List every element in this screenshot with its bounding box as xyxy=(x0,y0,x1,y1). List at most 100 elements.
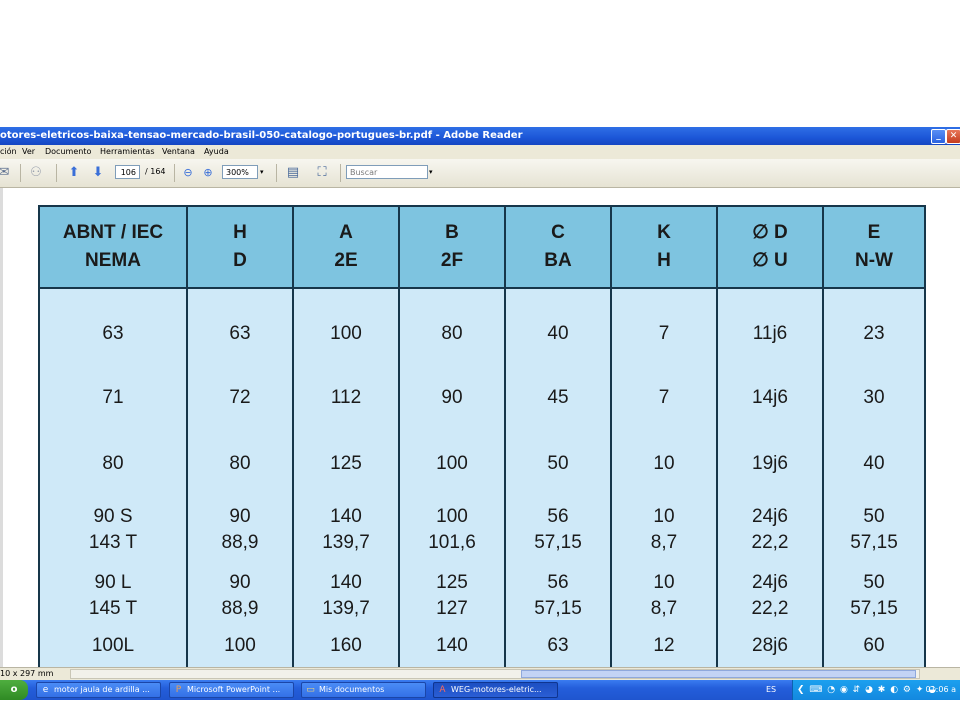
column-header-label: BA xyxy=(544,250,572,271)
toolbar-separator xyxy=(340,164,341,182)
minimize-button[interactable]: _ xyxy=(931,129,946,144)
cell-value: 23 xyxy=(863,323,885,344)
table-cell: 45 xyxy=(504,365,612,431)
menu-item-herramientas[interactable]: Herramientas xyxy=(100,145,155,159)
column-header-label: A xyxy=(339,222,353,243)
horizontal-scrollbar[interactable] xyxy=(70,669,920,679)
task-internet-explorer[interactable]: e motor jaula de ardilla ... xyxy=(36,682,161,698)
table-cell: 71 xyxy=(38,365,188,431)
table-cell: 100 101,6 xyxy=(398,497,506,563)
task-mis-documentos[interactable]: ▭ Mis documentos xyxy=(301,682,426,698)
column-header-label: B xyxy=(445,222,459,243)
menu-bar: ción Ver Documento Herramientas Ventana … xyxy=(0,145,960,159)
collaborate-icon[interactable]: ⚇ xyxy=(28,165,44,181)
window-title: otores-eletricos-baixa-tensao-mercado-br… xyxy=(0,130,523,141)
menu-item-documento[interactable]: Documento xyxy=(45,145,91,159)
menu-item-ventana[interactable]: Ventana xyxy=(162,145,195,159)
previous-page-icon[interactable]: ⬆ xyxy=(66,165,82,181)
column-header-label: NEMA xyxy=(85,250,141,271)
start-button[interactable]: o xyxy=(0,680,28,700)
cell-value: 11j6 xyxy=(752,323,788,344)
toolbar-separator xyxy=(20,164,21,182)
taskbar: o e motor jaula de ardilla ... P Microsoft… xyxy=(0,680,960,700)
cell-value: 90 S xyxy=(93,506,133,527)
tray-icons[interactable]: ❮ ⌨ ◔ ◉ ⇵ ◕ ✱ ◐ ⚙ ✦ ◒ xyxy=(797,680,937,700)
task-powerpoint[interactable]: P Microsoft PowerPoint ... xyxy=(169,682,294,698)
internet-explorer-icon: e xyxy=(42,685,49,695)
cell-value: 127 xyxy=(436,598,468,619)
table-cell: 80 xyxy=(38,431,188,497)
cell-value: 125 xyxy=(330,453,362,474)
table-cell: 72 xyxy=(186,365,294,431)
cell-value: 56 xyxy=(547,506,569,527)
table-cell: 112 xyxy=(292,365,400,431)
table-cell: 140 139,7 xyxy=(292,563,400,629)
dimension-table: ABNT / IEC NEMA H D A 2E B 2F C BA K H ∅ D ∅ U E N-W 63… xyxy=(38,205,926,695)
menu-item-ver[interactable]: Ver xyxy=(22,145,35,159)
cell-value: 22,2 xyxy=(751,532,789,553)
clock[interactable]: 01:06 a xyxy=(926,680,957,700)
scrollbar-thumb[interactable] xyxy=(521,670,916,678)
task-adobe-reader[interactable]: A WEG-motores-eletric... xyxy=(433,682,558,698)
cell-value: 7 xyxy=(658,387,670,408)
table-header-row: ABNT / IEC NEMA H D A 2E B 2F C BA K H ∅ D ∅ U E N-W xyxy=(38,205,926,289)
cell-value: 80 xyxy=(441,323,463,344)
table-cell: 56 57,15 xyxy=(504,563,612,629)
table-cell: 7 xyxy=(610,288,718,365)
cell-value: 50 xyxy=(547,453,569,474)
cell-value: 56 xyxy=(547,572,569,593)
cell-value: 101,6 xyxy=(428,532,476,553)
table-row: 80 80 125 100 50 10 19j6 40 xyxy=(38,431,926,497)
language-indicator[interactable]: ES xyxy=(766,680,776,700)
cell-value: 57,15 xyxy=(850,598,898,619)
column-header: B 2F xyxy=(398,205,506,289)
cell-value: 145 T xyxy=(88,598,138,619)
cell-value: 7 xyxy=(658,323,670,344)
page-number-input[interactable]: 106 xyxy=(115,165,140,179)
cell-value: 90 xyxy=(441,387,463,408)
menu-item-ayuda[interactable]: Ayuda xyxy=(204,145,229,159)
cell-value: 112 xyxy=(330,387,362,408)
search-dropdown-icon[interactable]: ▾ xyxy=(429,165,433,179)
cell-value: 140 xyxy=(436,635,468,656)
cell-value: 139,7 xyxy=(322,532,370,553)
cell-value: 45 xyxy=(547,387,569,408)
zoom-out-icon[interactable]: ⊖ xyxy=(180,165,196,181)
page-size-label: 10 x 297 mm xyxy=(0,669,54,678)
cell-value: 140 xyxy=(330,572,362,593)
table-cell: 50 57,15 xyxy=(822,563,926,629)
table-cell: 10 xyxy=(610,431,718,497)
search-input[interactable]: Buscar xyxy=(346,165,428,179)
fit-page-icon[interactable]: ⛶ xyxy=(314,165,330,181)
close-button[interactable]: ✕ xyxy=(946,129,960,144)
column-header: KH xyxy=(610,205,718,289)
table-cell: 140 139,7 xyxy=(292,497,400,563)
zoom-dropdown-icon[interactable]: ▾ xyxy=(260,165,264,179)
cell-value: 57,15 xyxy=(534,532,582,553)
cell-value: 50 xyxy=(863,506,885,527)
toolbar-separator xyxy=(174,164,175,182)
table-cell: 24j6 22,2 xyxy=(716,563,824,629)
next-page-icon[interactable]: ⬇ xyxy=(90,165,106,181)
table-cell: 40 xyxy=(822,431,926,497)
cell-value: 100 xyxy=(436,453,468,474)
cell-value: 8,7 xyxy=(650,532,678,553)
powerpoint-icon: P xyxy=(175,685,182,695)
table-cell: 125 127 xyxy=(398,563,506,629)
email-icon[interactable]: ✉ xyxy=(0,165,12,181)
fit-width-icon[interactable]: ▤ xyxy=(285,165,301,181)
status-bar: 10 x 297 mm xyxy=(0,667,960,681)
column-header: HD xyxy=(186,205,294,289)
cell-value: 14j6 xyxy=(752,387,788,408)
column-header-label: N-W xyxy=(855,250,893,271)
window-titlebar[interactable]: otores-eletricos-baixa-tensao-mercado-br… xyxy=(0,127,960,145)
cell-value: 63 xyxy=(102,323,124,344)
table-cell: 50 57,15 xyxy=(822,497,926,563)
cell-value: 57,15 xyxy=(850,532,898,553)
table-cell: 90 L 145 T xyxy=(38,563,188,629)
column-header-label: 2F xyxy=(440,250,464,271)
table-row: 63 63 100 80 40 7 11j6 23 xyxy=(38,288,926,365)
menu-item-edicion[interactable]: ción xyxy=(0,145,17,159)
zoom-in-icon[interactable]: ⊕ xyxy=(200,165,216,181)
zoom-level-input[interactable]: 300% xyxy=(222,165,258,179)
